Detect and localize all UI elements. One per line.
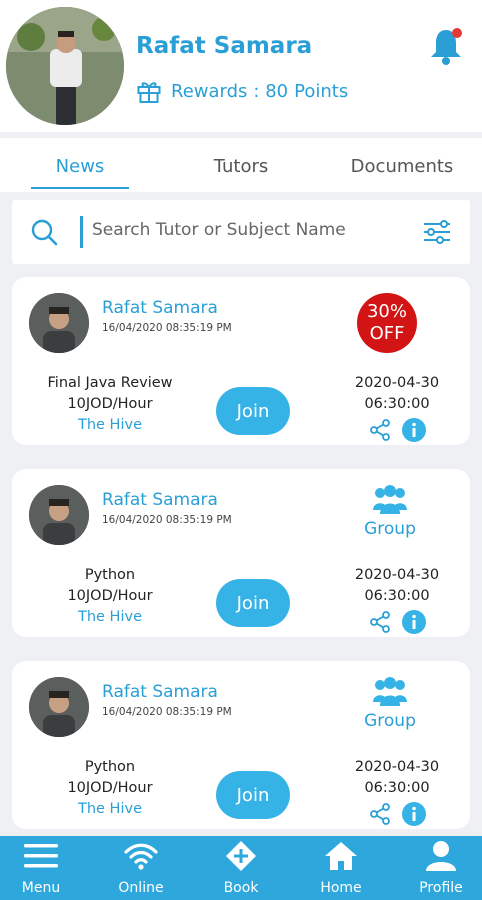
search-input[interactable]: Search Tutor or Subject Name bbox=[92, 220, 346, 240]
nav-menu-label: Menu bbox=[21, 880, 61, 896]
subject-label: Final Java Review bbox=[47, 375, 173, 391]
session-card[interactable]: Rafat Samara 16/04/2020 08:35:19 PM Fina… bbox=[12, 277, 470, 445]
profile-header: Rafat Samara Rewards : 80 Points bbox=[0, 0, 482, 132]
group-icon bbox=[373, 677, 407, 706]
rewards-label: Rewards bbox=[171, 80, 248, 102]
avatar-photo bbox=[6, 7, 124, 125]
session-time: 2020-04-30 06:30:00 bbox=[347, 565, 447, 607]
tutor-photo bbox=[29, 293, 89, 353]
tutor-name[interactable]: Rafat Samara bbox=[102, 490, 218, 510]
session-info: Python 10JOD/Hour The Hive bbox=[30, 757, 190, 820]
active-tab-indicator bbox=[31, 187, 129, 189]
nav-home-label: Home bbox=[320, 880, 362, 896]
rewards-unit: Points bbox=[294, 80, 349, 102]
notification-bell-icon[interactable] bbox=[428, 26, 464, 66]
share-icon[interactable] bbox=[369, 611, 391, 633]
share-icon[interactable] bbox=[369, 419, 391, 441]
venue-label[interactable]: The Hive bbox=[30, 607, 190, 628]
price-label: 10JOD/Hour bbox=[67, 588, 153, 604]
tutor-avatar[interactable] bbox=[29, 485, 89, 545]
session-time: 2020-04-30 06:30:00 bbox=[347, 757, 447, 799]
post-date: 16/04/2020 08:35:19 PM bbox=[102, 706, 232, 718]
tutor-name[interactable]: Rafat Samara bbox=[102, 298, 218, 318]
nav-profile-label: Profile bbox=[419, 880, 463, 896]
book-icon bbox=[226, 841, 256, 871]
rewards-points: : 80 bbox=[253, 80, 289, 102]
price-label: 10JOD/Hour bbox=[67, 780, 153, 796]
nav-profile[interactable]: Profile bbox=[401, 836, 481, 900]
session-info: Final Java Review 10JOD/Hour The Hive bbox=[30, 373, 190, 436]
info-icon[interactable] bbox=[402, 802, 426, 826]
join-button[interactable]: Join bbox=[216, 771, 290, 819]
join-button[interactable]: Join bbox=[216, 387, 290, 435]
gift-icon bbox=[137, 82, 161, 103]
menu-icon bbox=[24, 844, 58, 868]
tutor-avatar[interactable] bbox=[29, 293, 89, 353]
search-bar[interactable]: Search Tutor or Subject Name bbox=[12, 200, 470, 264]
nav-menu[interactable]: Menu bbox=[1, 836, 81, 900]
venue-label[interactable]: The Hive bbox=[30, 415, 190, 436]
tab-news[interactable]: News bbox=[31, 156, 129, 177]
share-icon[interactable] bbox=[369, 803, 391, 825]
tutor-name[interactable]: Rafat Samara bbox=[102, 682, 218, 702]
profile-icon bbox=[426, 841, 456, 871]
session-date: 2020-04-30 bbox=[354, 567, 440, 583]
session-date: 2020-04-30 bbox=[354, 759, 440, 775]
session-card[interactable]: Rafat Samara 16/04/2020 08:35:19 PM Pyth… bbox=[12, 469, 470, 637]
tab-bar: News Tutors Documents bbox=[0, 138, 482, 192]
session-info: Python 10JOD/Hour The Hive bbox=[30, 565, 190, 628]
subject-label: Python bbox=[84, 567, 136, 583]
group-icon bbox=[373, 485, 407, 514]
search-icon[interactable] bbox=[30, 218, 58, 246]
nav-book-label: Book bbox=[223, 880, 259, 896]
discount-percent: 30% bbox=[366, 301, 407, 322]
session-card[interactable]: Rafat Samara 16/04/2020 08:35:19 PM Pyth… bbox=[12, 661, 470, 829]
info-icon[interactable] bbox=[402, 610, 426, 634]
tutor-avatar[interactable] bbox=[29, 677, 89, 737]
search-cursor bbox=[80, 216, 83, 248]
group-label: Group bbox=[364, 519, 416, 539]
nav-home[interactable]: Home bbox=[301, 836, 381, 900]
discount-off: OFF bbox=[369, 323, 405, 344]
session-clock: 06:30:00 bbox=[364, 396, 430, 412]
profile-avatar[interactable] bbox=[6, 7, 124, 125]
filter-icon[interactable] bbox=[422, 218, 452, 246]
subject-label: Python bbox=[84, 759, 136, 775]
info-icon[interactable] bbox=[402, 418, 426, 442]
nav-book[interactable]: Book bbox=[201, 836, 281, 900]
session-clock: 06:30:00 bbox=[364, 588, 430, 604]
tab-documents[interactable]: Documents bbox=[340, 156, 464, 177]
bottom-navigation: Menu Online Book Home Profile bbox=[0, 836, 482, 900]
tutor-photo bbox=[29, 485, 89, 545]
tab-tutors[interactable]: Tutors bbox=[192, 156, 290, 177]
price-label: 10JOD/Hour bbox=[67, 396, 153, 412]
rewards-row[interactable]: Rewards : 80 Points bbox=[136, 78, 348, 104]
discount-badge: 30% OFF bbox=[357, 293, 417, 353]
post-date: 16/04/2020 08:35:19 PM bbox=[102, 322, 232, 334]
user-name: Rafat Samara bbox=[136, 33, 313, 59]
home-icon bbox=[325, 842, 357, 870]
session-clock: 06:30:00 bbox=[364, 780, 430, 796]
tutor-photo bbox=[29, 677, 89, 737]
group-label: Group bbox=[364, 711, 416, 731]
venue-label[interactable]: The Hive bbox=[30, 799, 190, 820]
nav-online-label: Online bbox=[118, 880, 164, 896]
join-button[interactable]: Join bbox=[216, 579, 290, 627]
session-date: 2020-04-30 bbox=[354, 375, 440, 391]
session-time: 2020-04-30 06:30:00 bbox=[347, 373, 447, 415]
nav-online[interactable]: Online bbox=[101, 836, 181, 900]
wifi-icon bbox=[124, 843, 158, 870]
post-date: 16/04/2020 08:35:19 PM bbox=[102, 514, 232, 526]
